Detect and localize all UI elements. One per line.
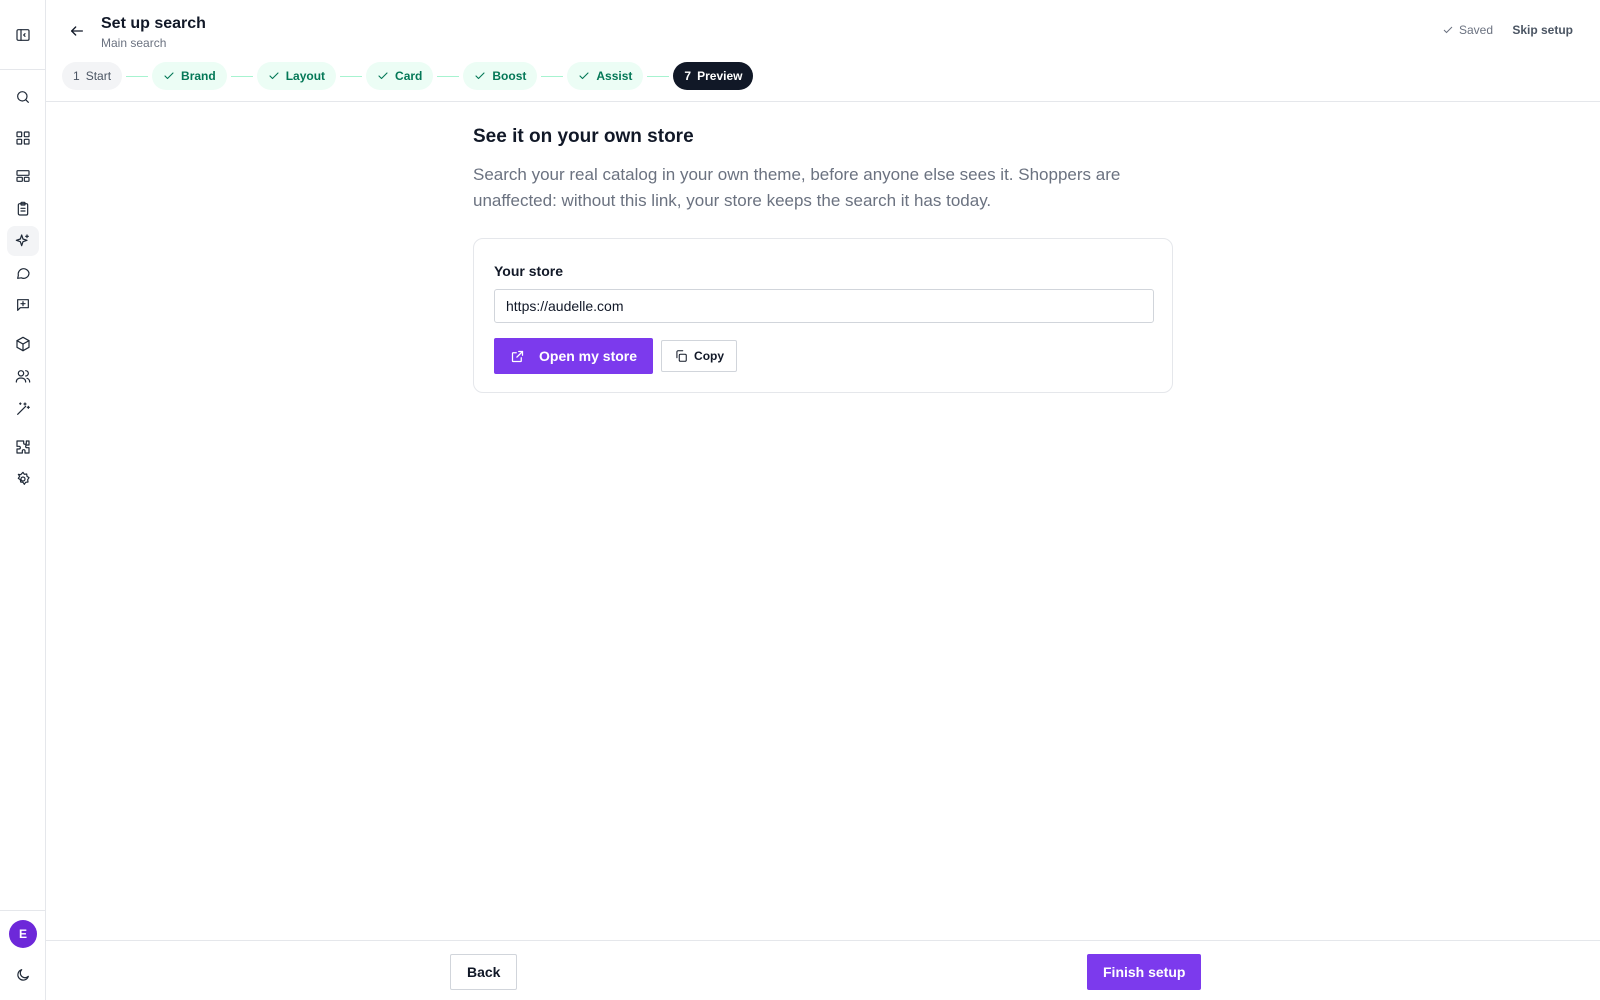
footer: Back Finish setup	[46, 940, 1600, 1000]
check-icon	[579, 72, 589, 80]
clipboard-icon[interactable]	[7, 194, 39, 224]
step-label: Boost	[492, 69, 527, 83]
settings-icon[interactable]	[7, 464, 39, 494]
open-my-store-label: Open my store	[539, 348, 638, 364]
step-label: Preview	[697, 69, 743, 83]
puzzle-icon[interactable]	[7, 432, 39, 462]
moon-icon[interactable]	[7, 960, 39, 990]
magic-wand-icon[interactable]	[7, 394, 39, 424]
check-icon	[475, 72, 485, 80]
card-actions: Open my store Copy	[494, 338, 1152, 374]
dashboard-icon[interactable]	[7, 123, 39, 153]
rail-top	[0, 0, 46, 70]
step-preview[interactable]: 7 Preview	[673, 62, 754, 90]
step-assist[interactable]: Assist	[567, 62, 644, 90]
step-label: Card	[395, 69, 423, 83]
copy-icon	[676, 350, 687, 362]
back-button[interactable]: Back	[450, 954, 518, 990]
section-description: Search your real catalog in your own the…	[473, 165, 1121, 210]
sparkles-icon[interactable]	[7, 226, 39, 256]
skip-setup-link[interactable]: Skip setup	[1512, 23, 1573, 37]
main-content: See it on your own store Search your rea…	[473, 126, 1175, 393]
stepper: 1 Start Brand Layout Card Boost Assist 7…	[62, 62, 754, 90]
message-plus-icon[interactable]	[7, 290, 39, 320]
store-label: Your store	[494, 263, 563, 279]
step-label: Assist	[596, 69, 633, 83]
saved-label: Saved	[1458, 23, 1493, 37]
step-connector	[437, 75, 460, 77]
box-icon[interactable]	[7, 329, 39, 359]
users-icon[interactable]	[7, 361, 39, 391]
section-heading: See it on your own store	[473, 126, 694, 147]
step-label: Start	[85, 69, 112, 83]
step-connector	[340, 75, 363, 77]
copy-label: Copy	[694, 349, 725, 363]
step-start[interactable]: 1 Start	[62, 62, 123, 90]
store-url-input[interactable]	[494, 289, 1154, 323]
saved-status: Saved	[1442, 23, 1493, 37]
chat-icon[interactable]	[7, 258, 39, 288]
step-boost[interactable]: Boost	[463, 62, 538, 90]
step-card[interactable]: Card	[366, 62, 434, 90]
page-subtitle: Main search	[101, 36, 167, 50]
search-icon[interactable]	[7, 82, 39, 112]
avatar[interactable]: E	[9, 920, 37, 948]
back-arrow-icon[interactable]	[66, 20, 88, 42]
step-layout[interactable]: Layout	[256, 62, 337, 90]
step-brand[interactable]: Brand	[152, 62, 227, 90]
check-icon	[269, 72, 279, 80]
step-connector	[230, 75, 253, 77]
panel-toggle-icon[interactable]	[7, 20, 39, 50]
step-connector	[541, 75, 564, 77]
open-my-store-button[interactable]: Open my store	[494, 338, 654, 374]
step-connector	[647, 75, 670, 77]
step-label: Brand	[181, 69, 216, 83]
left-rail: E	[0, 0, 46, 1000]
check-icon	[1443, 26, 1453, 34]
external-link-icon	[511, 350, 524, 362]
page-title: Set up search	[101, 15, 206, 32]
step-connector	[126, 75, 149, 77]
finish-setup-button[interactable]: Finish setup	[1087, 954, 1202, 990]
copy-button[interactable]: Copy	[661, 340, 738, 372]
header: Set up search Main search Saved Skip set…	[46, 0, 1600, 102]
step-number: 7	[684, 69, 692, 83]
step-label: Layout	[285, 69, 326, 83]
check-icon	[164, 72, 174, 80]
layout-icon[interactable]	[7, 161, 39, 191]
store-card: Your store Open my store Copy	[473, 238, 1173, 393]
step-number: 1	[73, 69, 80, 83]
check-icon	[378, 72, 388, 80]
